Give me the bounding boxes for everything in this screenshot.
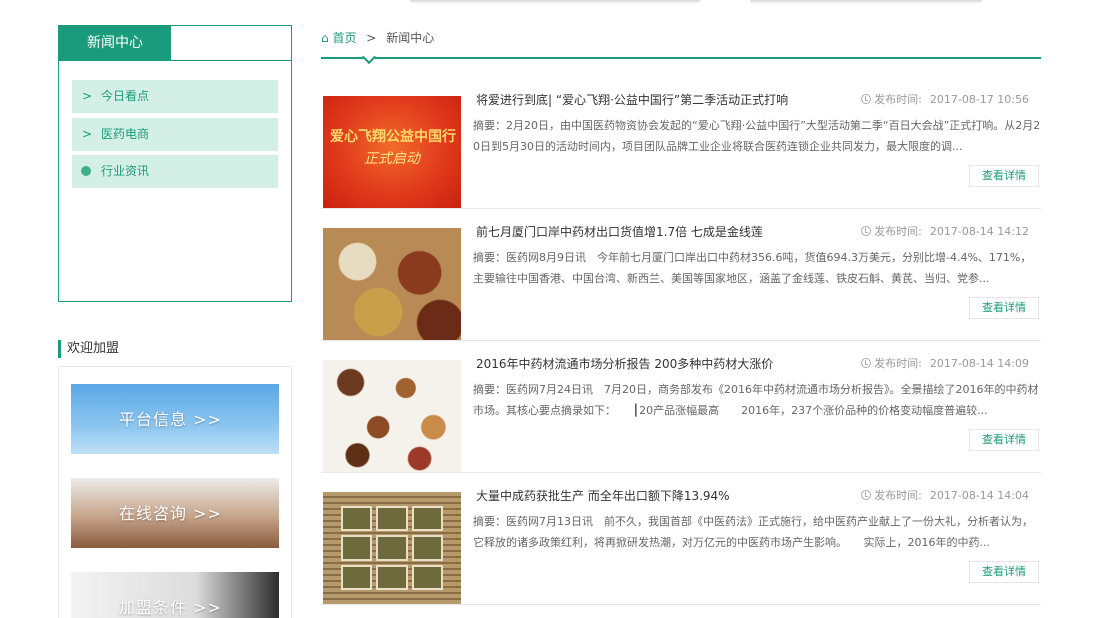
banner-label: 在线咨询 >>	[119, 504, 222, 523]
news-thumbnail[interactable]	[323, 360, 461, 472]
view-details-button[interactable]: 查看详情	[969, 561, 1039, 583]
thumbnail-herb-tray	[341, 506, 443, 590]
banner-label: 平台信息 >>	[119, 410, 222, 429]
news-thumbnail[interactable]	[323, 228, 461, 340]
sidebar-item-label: 今日看点	[101, 89, 150, 103]
news-time: 发布时间: 2017-08-17 10:56	[861, 92, 1029, 108]
news-summary: 摘要：2月20日，由中国医药物资协会发起的“爱心飞翔·公益中国行”大型活动第二季…	[473, 119, 1041, 153]
clock-icon	[861, 358, 872, 368]
chevron-right-icon: >	[82, 89, 93, 103]
clock-icon	[861, 94, 872, 104]
thumbnail-text: 正式启动	[364, 151, 420, 167]
news-item: 爱心飞翔公益中国行 正式启动 将爱进行到底| “爱心飞翔·公益中国行”第二季活动…	[321, 87, 1041, 209]
breadcrumb-pointer	[361, 49, 377, 65]
chevron-right-icon: >	[82, 127, 93, 141]
news-summary: 摘要：医药网8月9日讯 今年前七月厦门口岸出口中药材356.6吨，货值694.3…	[473, 251, 1032, 285]
breadcrumb-current: 新闻中心	[386, 31, 435, 45]
sidebar-item-industry[interactable]: 行业资讯	[72, 155, 278, 188]
news-summary: 摘要：医药网7月24日讯 7月20日，商务部发布《2016年中药材流通市场分析报…	[473, 383, 1039, 417]
news-time: 发布时间: 2017-08-14 14:04	[861, 488, 1029, 504]
breadcrumb-underline	[321, 57, 1041, 59]
news-thumbnail[interactable]: 爱心飞翔公益中国行 正式启动	[323, 96, 461, 208]
sidebar-item-ecommerce[interactable]: > 医药电商	[72, 118, 278, 151]
view-details-button[interactable]: 查看详情	[969, 165, 1039, 187]
category-header: 新闻中心	[59, 26, 291, 61]
news-title-link[interactable]: 前七月厦门口岸中药材出口货值增1.7倍 七成是金线莲	[476, 224, 763, 240]
news-time: 发布时间: 2017-08-14 14:09	[861, 356, 1029, 372]
news-item: 2016年中药材流通市场分析报告 200多种中药材大涨价 发布时间: 2017-0…	[321, 351, 1041, 473]
news-title-link[interactable]: 大量中成药获批生产 而全年出口额下降13.94%	[476, 488, 730, 504]
top-nav-shadow	[410, 0, 700, 4]
home-icon: ⌂	[321, 31, 329, 45]
join-section-title: 欢迎加盟	[58, 340, 119, 358]
view-details-button[interactable]: 查看详情	[969, 429, 1039, 451]
join-panel: 平台信息 >> 在线咨询 >> 加盟条件 >>	[58, 366, 292, 618]
banner-label: 加盟条件 >>	[119, 598, 222, 617]
thumbnail-text: 爱心飞翔公益中国行	[330, 129, 456, 145]
breadcrumb-home-link[interactable]: 首页	[332, 31, 356, 45]
dot-icon	[81, 166, 91, 176]
news-title-link[interactable]: 将爱进行到底| “爱心飞翔·公益中国行”第二季活动正式打响	[476, 92, 788, 108]
breadcrumb-separator: >	[366, 31, 377, 45]
news-thumbnail[interactable]	[323, 492, 461, 604]
news-item: 前七月厦门口岸中药材出口货值增1.7倍 七成是金线莲 发布时间: 2017-08-…	[321, 219, 1041, 341]
clock-icon	[861, 226, 872, 236]
news-title-link[interactable]: 2016年中药材流通市场分析报告 200多种中药材大涨价	[476, 356, 773, 372]
platform-info-banner[interactable]: 平台信息 >>	[71, 384, 279, 454]
clock-icon	[861, 490, 872, 500]
top-nav-shadow	[750, 0, 982, 4]
view-details-button[interactable]: 查看详情	[969, 297, 1039, 319]
sidebar-item-today[interactable]: > 今日看点	[72, 80, 278, 113]
join-conditions-banner[interactable]: 加盟条件 >>	[71, 572, 279, 618]
sidebar-item-label: 医药电商	[101, 127, 150, 141]
breadcrumb: ⌂ 首页 > 新闻中心	[321, 30, 434, 46]
news-time: 发布时间: 2017-08-14 14:12	[861, 224, 1029, 240]
online-consult-banner[interactable]: 在线咨询 >>	[71, 478, 279, 548]
news-item: 大量中成药获批生产 而全年出口额下降13.94% 发布时间: 2017-08-14…	[321, 483, 1041, 605]
sidebar-item-label: 行业资讯	[101, 164, 150, 178]
category-title: 新闻中心	[59, 26, 171, 60]
news-category-panel: 新闻中心 > 今日看点 > 医药电商 行业资讯	[58, 25, 292, 302]
news-summary: 摘要：医药网7月13日讯 前不久，我国首部《中医药法》正式施行，给中医药产业献上…	[473, 515, 1033, 549]
